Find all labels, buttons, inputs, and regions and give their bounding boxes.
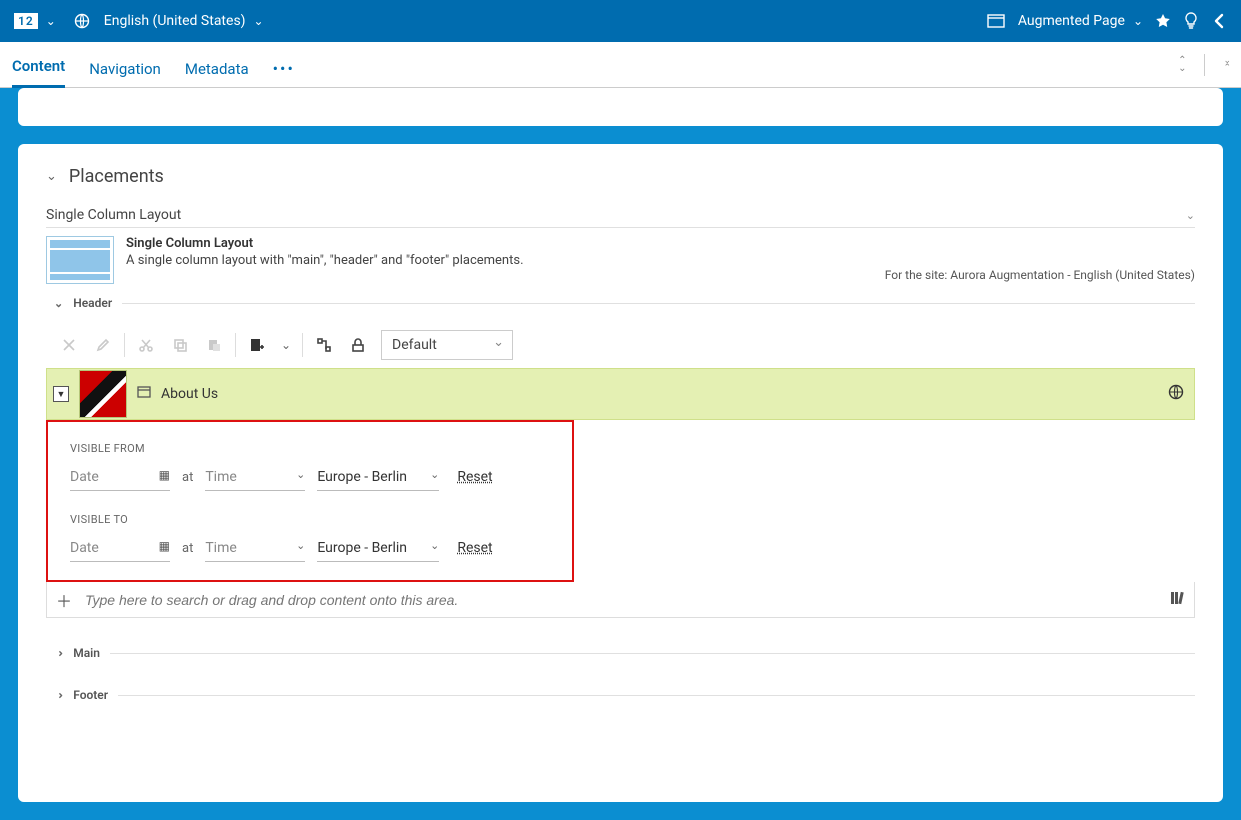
layout-name: Single Column Layout bbox=[46, 207, 181, 223]
page-switcher[interactable]: 12 ⌄ bbox=[8, 13, 62, 29]
calendar-icon: ▦ bbox=[159, 468, 170, 482]
layout-chevron-icon[interactable]: ⌄ bbox=[1186, 209, 1195, 222]
hint-button[interactable] bbox=[1177, 7, 1205, 35]
at-label: at bbox=[182, 470, 193, 485]
section-title: Placements bbox=[69, 166, 164, 187]
layout-description: A single column layout with "main", "hea… bbox=[126, 253, 524, 268]
style-select[interactable]: Default bbox=[381, 330, 513, 360]
chevron-down-icon: ⌄ bbox=[296, 468, 305, 481]
paste-button bbox=[197, 331, 231, 359]
field-sort-toggle[interactable]: ⌃⌄ bbox=[1178, 57, 1186, 73]
tab-content[interactable]: Content bbox=[12, 45, 65, 88]
footer-section-toggle[interactable]: ⌄ bbox=[52, 690, 65, 699]
add-content-search[interactable] bbox=[83, 591, 1160, 609]
cut-button bbox=[129, 331, 163, 359]
visible-to-date-field[interactable]: Date▦ bbox=[70, 534, 170, 562]
copy-button bbox=[163, 331, 197, 359]
chevron-down-icon: ⌄ bbox=[430, 468, 439, 481]
visible-from-tz-field[interactable]: Europe - Berlin⌄ bbox=[317, 463, 439, 491]
window-icon bbox=[982, 7, 1010, 35]
bookmark-button[interactable] bbox=[1149, 7, 1177, 35]
calendar-icon: ▦ bbox=[159, 539, 170, 553]
locale-label: English (United States) bbox=[104, 13, 246, 29]
add-content-button[interactable]: ＋ bbox=[55, 588, 73, 612]
app-topbar: 12 ⌄ English (United States) ⌄ Augmented… bbox=[0, 0, 1241, 42]
visible-to-label: VISIBLE TO bbox=[70, 513, 554, 526]
collapse-right-button[interactable] bbox=[1205, 7, 1233, 35]
expand-placements-toggle[interactable]: ⌄ bbox=[46, 169, 57, 184]
item-title: About Us bbox=[161, 386, 218, 402]
panel-collapse-toggle[interactable]: ⌄⌃ bbox=[1223, 58, 1231, 72]
tab-navigation[interactable]: Navigation bbox=[89, 48, 161, 88]
tab-more-button[interactable]: ••• bbox=[273, 59, 295, 88]
header-section-toggle[interactable]: ⌄ bbox=[54, 297, 63, 310]
chevron-down-icon: ⌄ bbox=[46, 14, 56, 28]
main-section-toggle[interactable]: ⌄ bbox=[52, 648, 65, 657]
style-select-value: Default bbox=[392, 337, 437, 353]
open-library-button[interactable] bbox=[1170, 591, 1186, 609]
main-section-label: Main bbox=[73, 646, 100, 660]
site-context-note: For the site: Aurora Augmentation - Engl… bbox=[46, 268, 1195, 282]
divider bbox=[1204, 54, 1205, 76]
chevron-down-icon: ⌄ bbox=[296, 539, 305, 552]
insert-button[interactable] bbox=[240, 331, 274, 359]
add-content-row: ＋ bbox=[46, 582, 1195, 618]
view-mode-switcher[interactable]: Augmented Page ⌄ bbox=[976, 7, 1149, 35]
visibility-editor: VISIBLE FROM Date▦ at Time⌄ Europe - Ber… bbox=[46, 420, 574, 582]
footer-section-label: Footer bbox=[73, 688, 108, 702]
hierarchy-button[interactable] bbox=[307, 331, 341, 359]
item-dropdown-toggle[interactable]: ▼ bbox=[53, 386, 69, 402]
insert-menu-chevron[interactable]: ⌄ bbox=[274, 331, 298, 359]
placement-item[interactable]: ▼ About Us bbox=[46, 368, 1195, 420]
globe-icon bbox=[68, 7, 96, 35]
edit-button bbox=[86, 331, 120, 359]
layout-heading: Single Column Layout bbox=[126, 236, 524, 251]
remove-button bbox=[52, 331, 86, 359]
at-label: at bbox=[182, 541, 193, 556]
visible-from-date-field[interactable]: Date▦ bbox=[70, 463, 170, 491]
header-section-label: Header bbox=[73, 296, 112, 310]
visible-to-time-field[interactable]: Time⌄ bbox=[205, 534, 305, 562]
item-toolbar: ⌄ Default bbox=[46, 312, 1195, 368]
chevron-down-icon: ⌄ bbox=[254, 14, 264, 28]
chevron-down-icon: ⌄ bbox=[430, 539, 439, 552]
visible-from-label: VISIBLE FROM bbox=[70, 442, 554, 455]
item-locale-icon[interactable] bbox=[1168, 384, 1184, 404]
visible-from-reset[interactable]: Reset bbox=[457, 469, 492, 485]
page-number-badge: 12 bbox=[14, 13, 38, 29]
lock-button[interactable] bbox=[341, 331, 375, 359]
workspace-outer: ⌄ Placements Single Column Layout ⌄ Sing… bbox=[0, 88, 1241, 820]
item-thumbnail bbox=[79, 370, 127, 418]
layout-thumbnail bbox=[46, 236, 114, 284]
chevron-down-icon: ⌄ bbox=[1133, 14, 1143, 28]
document-type-icon bbox=[137, 385, 151, 403]
previous-panel-sliver bbox=[18, 88, 1223, 126]
document-tabbar: Content Navigation Metadata ••• ⌃⌄ ⌄⌃ bbox=[0, 42, 1241, 88]
view-mode-label: Augmented Page bbox=[1018, 13, 1125, 29]
tab-metadata[interactable]: Metadata bbox=[185, 48, 249, 88]
visible-from-time-field[interactable]: Time⌄ bbox=[205, 463, 305, 491]
visible-to-tz-field[interactable]: Europe - Berlin⌄ bbox=[317, 534, 439, 562]
locale-switcher[interactable]: English (United States) ⌄ bbox=[62, 7, 270, 35]
placements-panel: ⌄ Placements Single Column Layout ⌄ Sing… bbox=[18, 144, 1223, 802]
visible-to-reset[interactable]: Reset bbox=[457, 540, 492, 556]
